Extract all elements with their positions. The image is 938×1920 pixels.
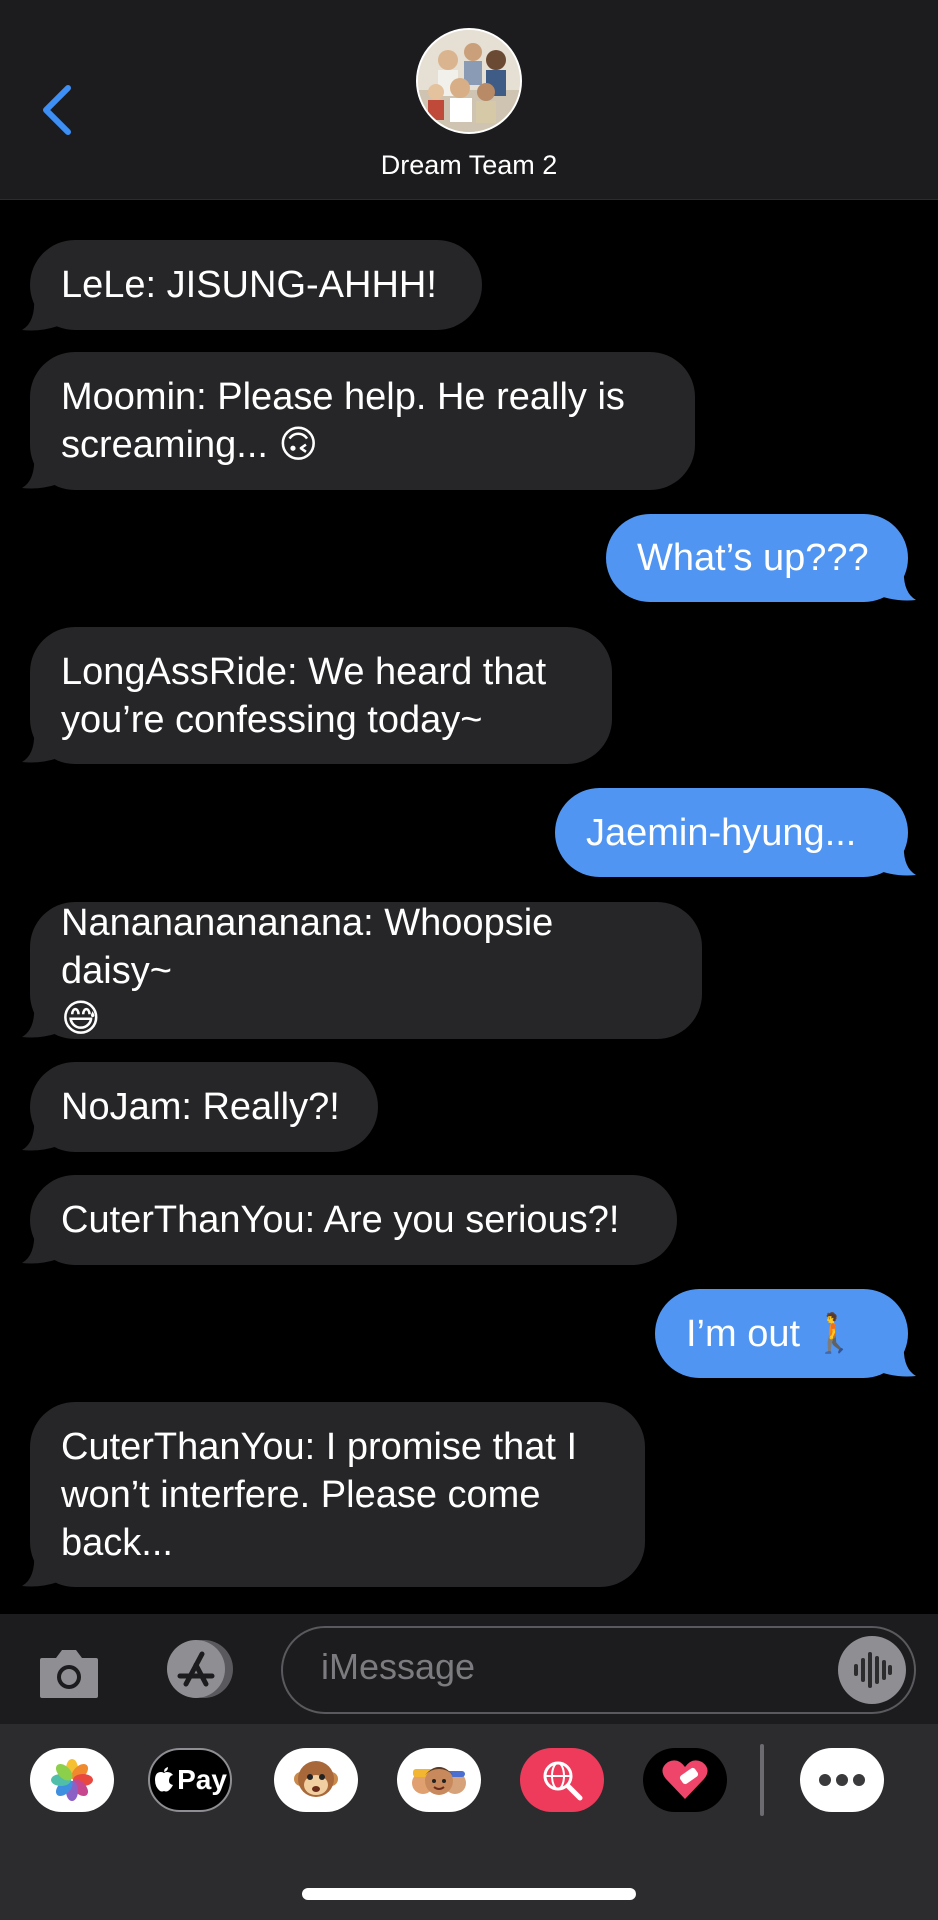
app-drawer-divider bbox=[760, 1744, 764, 1816]
more-apps-icon bbox=[819, 1774, 865, 1786]
app-store-button[interactable] bbox=[158, 1638, 238, 1700]
message-bubble-sent[interactable]: Jaemin-hyung... bbox=[555, 788, 908, 877]
group-avatar[interactable] bbox=[416, 28, 522, 134]
group-name[interactable]: Dream Team 2 bbox=[0, 150, 938, 181]
home-indicator[interactable] bbox=[302, 1888, 636, 1900]
animoji-app-icon[interactable] bbox=[274, 1748, 358, 1812]
message-bubble-received[interactable]: LeLe: JISUNG-AHHH! bbox=[30, 240, 482, 330]
conversation-header: Dream Team 2 bbox=[0, 0, 938, 200]
message-bubble-sent[interactable]: I’m out 🚶 bbox=[655, 1289, 908, 1378]
camera-icon bbox=[40, 1650, 98, 1698]
message-bubble-received[interactable]: CuterThanYou: Are you serious?! bbox=[30, 1175, 677, 1265]
voice-message-button[interactable] bbox=[838, 1636, 906, 1704]
message-bubble-received[interactable]: Moomin: Please help. He really is scream… bbox=[30, 352, 695, 490]
web-images-search-app-icon[interactable] bbox=[520, 1748, 604, 1812]
apple-logo-icon bbox=[155, 1767, 174, 1792]
camera-button[interactable] bbox=[38, 1646, 100, 1700]
message-input-placeholder: iMessage bbox=[321, 1646, 476, 1687]
app-store-icon bbox=[167, 1640, 233, 1698]
message-bubble-received[interactable]: Nanananananana: Whoopsie daisy~ 😅 bbox=[30, 902, 702, 1040]
photos-app-icon[interactable] bbox=[30, 1748, 114, 1812]
compose-bar: iMessage bbox=[0, 1614, 938, 1724]
memoji-stickers-app-icon[interactable] bbox=[397, 1748, 481, 1812]
message-bubble-received[interactable]: NoJam: Really?! bbox=[30, 1062, 378, 1152]
message-bubble-received[interactable]: LongAssRide: We heard that you’re confes… bbox=[30, 627, 612, 764]
heart-icon bbox=[662, 1760, 708, 1799]
chevron-left-icon bbox=[43, 85, 71, 135]
apple-pay-label: Pay bbox=[177, 1764, 227, 1795]
more-apps-button[interactable] bbox=[800, 1748, 884, 1812]
apple-pay-app-icon[interactable]: Pay bbox=[148, 1748, 232, 1812]
message-bubble-sent[interactable]: What’s up??? bbox=[606, 514, 908, 602]
globe-search-icon bbox=[543, 1761, 583, 1801]
waveform-icon bbox=[854, 1652, 892, 1688]
digital-touch-app-icon[interactable] bbox=[643, 1748, 727, 1812]
message-input[interactable]: iMessage bbox=[281, 1626, 916, 1714]
app-drawer: Pay bbox=[0, 1724, 938, 1920]
message-bubble-received[interactable]: CuterThanYou: I promise that I won’t int… bbox=[30, 1402, 645, 1587]
back-button[interactable] bbox=[38, 80, 78, 140]
